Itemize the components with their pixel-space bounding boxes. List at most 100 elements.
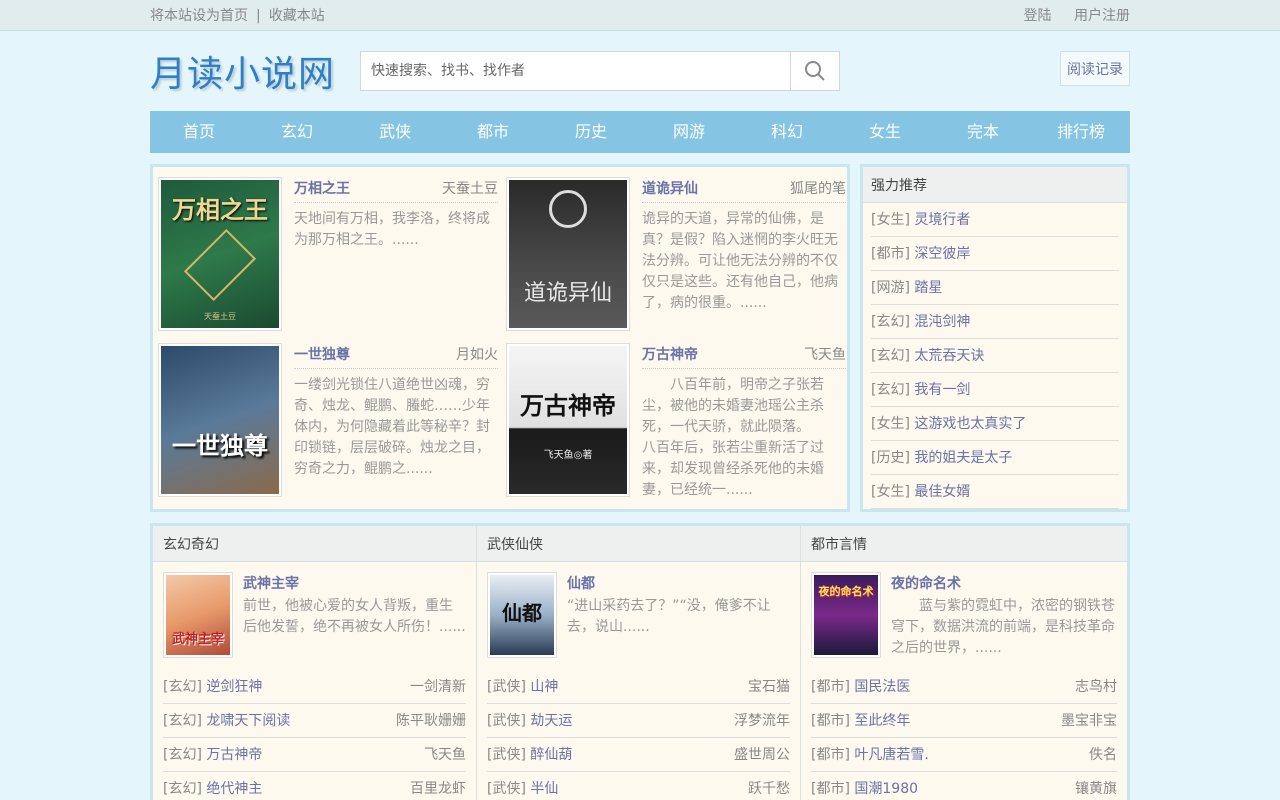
category-tag: [玄幻] [163, 713, 202, 729]
top-bar: 将本站设为首页 | 收藏本站 登陆 用户注册 [0, 0, 1280, 31]
list-item: [网游] 踏星 [871, 271, 1119, 305]
category-column: 都市言情 夜的命名术 夜的命名术 蓝与紫的霓虹中，浓密的钢铁苍穹下，数据洪流的前… [801, 526, 1127, 800]
login-link[interactable]: 登陆 [1024, 8, 1052, 24]
book-link[interactable]: 踏星 [914, 280, 942, 296]
featured-book: 万古神帝 飞天鱼◎著 万古神帝 飞天鱼 八百年前，明帝之子张若尘，被他的未婚妻池瑶… [506, 343, 846, 498]
book-description: 天地间有万相，我李洛，终将成为那万相之王。...... [294, 211, 490, 248]
column-title: 都市言情 [801, 526, 1127, 562]
book-title-link[interactable]: 一世独尊 [294, 343, 350, 368]
book-cover[interactable]: 夜的命名术 [811, 572, 881, 658]
list-item: [都市] 国民法医 志鸟村 [811, 670, 1117, 704]
book-link[interactable]: 灵境行者 [914, 212, 970, 228]
book-link[interactable]: 劫天运 [530, 713, 572, 729]
book-cover[interactable]: 武神主宰 [163, 572, 233, 658]
book-cover[interactable]: 万相之王 天蚕土豆 [158, 177, 282, 331]
book-link[interactable]: 这游戏也太真实了 [914, 416, 1026, 432]
book-author: 墨宝非宝 [1061, 713, 1117, 729]
list-item: [都市] 叶凡唐若雪. 佚名 [811, 738, 1117, 772]
book-link[interactable]: 龙啸天下阅读 [206, 713, 290, 729]
nav-item-nvsheng[interactable]: 女生 [836, 111, 934, 153]
list-item: [武侠] 山神 宝石猫 [487, 670, 790, 704]
nav-item-wuxia[interactable]: 武侠 [346, 111, 444, 153]
book-link[interactable]: 至此终年 [854, 713, 910, 729]
recommend-panel: 强力推荐 [女生] 灵境行者 [都市] 深空彼岸 [网游] 踏星 [玄幻] 混沌… [860, 164, 1130, 512]
search-icon [805, 61, 825, 81]
book-author: 跃千愁 [748, 781, 790, 797]
nav-item-wanben[interactable]: 完本 [934, 111, 1032, 153]
book-link[interactable]: 深空彼岸 [914, 246, 970, 262]
book-link[interactable]: 国潮1980 [854, 781, 918, 797]
category-sections: 玄幻奇幻 武神主宰 武神主宰 前世，他被心爱的女人背叛，重生后他发誓，绝不再被女… [150, 523, 1130, 800]
book-link[interactable]: 绝代神主 [206, 781, 262, 797]
category-tag: [玄幻] [871, 348, 910, 364]
book-link[interactable]: 醉仙葫 [530, 747, 572, 763]
list-item: [都市] 深空彼岸 [871, 237, 1119, 271]
category-column: 武侠仙侠 仙都 仙都 “进山采药去了？”“没，俺爹不让去，说山...... [武… [477, 526, 801, 800]
list-item: [玄幻] 混沌剑神 [871, 305, 1119, 339]
header: 月读小说网 阅读记录 [150, 31, 1130, 111]
book-link[interactable]: 我的姐夫是太子 [914, 450, 1012, 466]
book-link[interactable]: 山神 [530, 679, 558, 695]
book-author: 飞天鱼 [424, 747, 466, 763]
book-link[interactable]: 万古神帝 [206, 747, 262, 763]
search-button[interactable] [790, 52, 839, 90]
book-title-link[interactable]: 武神主宰 [243, 572, 466, 596]
cover-title-text: 道诡异仙 [523, 281, 612, 306]
main-nav: 首页 玄幻 武侠 都市 历史 网游 科幻 女生 完本 排行榜 [150, 111, 1130, 153]
featured-book: 道诡异仙 道诡异仙 狐尾的笔 诡异的天道，异常的仙佛，是真？是假？陷入迷惘的李火旺… [506, 177, 846, 332]
cover-author-text: 天蚕土豆 [204, 312, 236, 321]
category-tag: [玄幻] [871, 382, 910, 398]
book-cover[interactable]: 道诡异仙 [506, 177, 630, 331]
book-title-link[interactable]: 万古神帝 [642, 343, 698, 368]
cover-author-text: 飞天鱼◎著 [543, 450, 593, 461]
featured-book: 一世独尊 一世独尊 月如火 一缕剑光锁住八道绝世凶魂，穷奇、烛龙、鲲鹏、螣蛇……少… [158, 343, 498, 498]
list-item: [玄幻] 逆剑狂神 一剑清新 [163, 670, 466, 704]
book-description: 诡异的天道，异常的仙佛，是真？是假？陷入迷惘的李火旺无法分辨。可让他无法分辨的不… [642, 211, 838, 311]
category-tag: [都市] [811, 713, 850, 729]
cover-emblem-icon [549, 190, 587, 228]
category-column: 玄幻奇幻 武神主宰 武神主宰 前世，他被心爱的女人背叛，重生后他发誓，绝不再被女… [153, 526, 477, 800]
book-cover[interactable]: 一世独尊 [158, 343, 282, 497]
recommend-title: 强力推荐 [863, 167, 1127, 203]
nav-item-wangyou[interactable]: 网游 [640, 111, 738, 153]
book-cover[interactable]: 万古神帝 飞天鱼◎著 [506, 343, 630, 497]
book-author: 宝石猫 [748, 679, 790, 695]
bookmark-link[interactable]: 收藏本站 [269, 8, 325, 24]
nav-item-paihang[interactable]: 排行榜 [1032, 111, 1130, 153]
nav-item-kehuan[interactable]: 科幻 [738, 111, 836, 153]
list-item: [女生] 灵境行者 [871, 203, 1119, 237]
column-title: 武侠仙侠 [477, 526, 800, 562]
category-tag: [都市] [811, 781, 850, 797]
book-title-link[interactable]: 仙都 [567, 572, 790, 596]
book-link[interactable]: 我有一剑 [914, 382, 970, 398]
book-link[interactable]: 半仙 [530, 781, 558, 797]
book-link[interactable]: 混沌剑神 [914, 314, 970, 330]
search-input[interactable] [361, 52, 790, 90]
reading-history-button[interactable]: 阅读记录 [1060, 51, 1130, 86]
book-link[interactable]: 国民法医 [854, 679, 910, 695]
category-tag: [武侠] [487, 781, 526, 797]
register-link[interactable]: 用户注册 [1074, 8, 1130, 24]
list-item: [武侠] 醉仙葫 盛世周公 [487, 738, 790, 772]
site-logo[interactable]: 月读小说网 [150, 45, 335, 97]
featured-book: 万相之王 天蚕土豆 万相之王天蚕土豆 天地间有万相，我李洛，终将成为那万相之王。… [158, 177, 498, 332]
set-home-link[interactable]: 将本站设为首页 [150, 8, 248, 24]
nav-item-home[interactable]: 首页 [150, 111, 248, 153]
book-cover[interactable]: 仙都 [487, 572, 557, 658]
book-title-link[interactable]: 道诡异仙 [642, 177, 698, 202]
category-tag: [武侠] [487, 747, 526, 763]
book-title-link[interactable]: 万相之王 [294, 177, 350, 202]
book-description: 前世，他被心爱的女人背叛，重生后他发誓，绝不再被女人所伤！...... [243, 598, 466, 635]
category-tag: [都市] [871, 246, 910, 262]
top-separator: | [256, 8, 261, 24]
book-link[interactable]: 叶凡唐若雪. [854, 747, 928, 763]
book-description: 八百年前，明帝之子张若尘，被他的未婚妻池瑶公主杀死，一代天骄，就此陨落。 八百年… [642, 377, 824, 498]
book-link[interactable]: 太荒吞天诀 [914, 348, 984, 364]
book-title-link[interactable]: 夜的命名术 [891, 572, 1117, 596]
nav-item-dushi[interactable]: 都市 [444, 111, 542, 153]
nav-item-xuanhuan[interactable]: 玄幻 [248, 111, 346, 153]
book-link[interactable]: 逆剑狂神 [206, 679, 262, 695]
list-item: [历史] 我的姐夫是太子 [871, 441, 1119, 475]
nav-item-lishi[interactable]: 历史 [542, 111, 640, 153]
book-link[interactable]: 最佳女婿 [914, 484, 970, 500]
